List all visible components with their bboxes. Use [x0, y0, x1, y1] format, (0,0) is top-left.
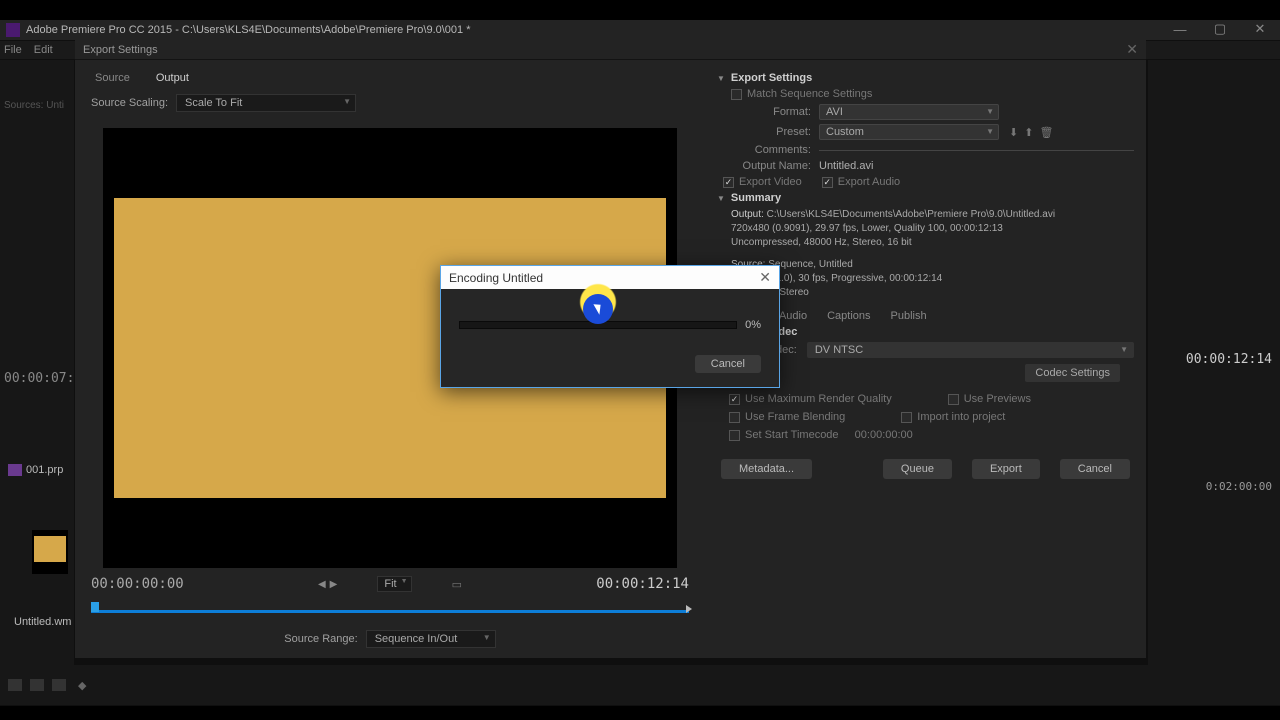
range-timeline[interactable] — [91, 602, 689, 620]
export-settings-header[interactable]: Export Settings — [717, 72, 1134, 84]
scaling-dropdown[interactable]: Scale To Fit — [176, 94, 356, 112]
source-range-dropdown[interactable]: Sequence In/Out — [366, 630, 496, 648]
cancel-button[interactable]: Cancel — [1060, 459, 1130, 479]
timeline-timecode: 0:02:00:00 — [1206, 480, 1272, 493]
output-name-link[interactable]: Untitled.avi — [819, 160, 873, 172]
project-icon — [8, 464, 22, 476]
summary-header[interactable]: Summary — [717, 192, 1134, 204]
tool-icon[interactable] — [30, 679, 44, 691]
bottom-toolbar: ◆ — [0, 665, 1280, 705]
use-previews-checkbox[interactable] — [948, 394, 959, 405]
tool-icon[interactable] — [8, 679, 22, 691]
window-titlebar: Adobe Premiere Pro CC 2015 - C:\Users\KL… — [0, 20, 1280, 40]
minimize-button[interactable]: — — [1160, 20, 1200, 38]
app-icon — [6, 23, 20, 37]
export-video-checkbox[interactable] — [723, 177, 734, 188]
encoding-dialog: Encoding Untitled ✕ 0% Cancel — [440, 265, 780, 388]
source-range-label: Source Range: — [284, 633, 357, 645]
queue-button[interactable]: Queue — [883, 459, 952, 479]
tab-output[interactable]: Output — [152, 70, 193, 86]
use-max-quality-checkbox[interactable] — [729, 394, 740, 405]
aspect-icon[interactable]: ▭ — [452, 578, 462, 591]
out-timecode[interactable]: 00:00:12:14 — [596, 576, 689, 592]
tool-icon[interactable] — [52, 679, 66, 691]
match-sequence-label: Match Sequence Settings — [747, 88, 872, 100]
import-preset-icon[interactable]: ⬆ — [1024, 126, 1033, 139]
project-file-label: 001.prp — [26, 464, 63, 476]
export-video-label: Export Video — [739, 176, 802, 188]
program-timecode-left: 00:00:07:1 — [4, 371, 70, 386]
export-audio-label: Export Audio — [838, 176, 900, 188]
subtab-audio[interactable]: Audio — [779, 310, 807, 322]
play-icon[interactable]: ▶ — [330, 579, 338, 590]
menu-edit[interactable]: Edit — [34, 44, 53, 56]
window-title: Adobe Premiere Pro CC 2015 - C:\Users\KL… — [26, 24, 1274, 36]
export-dialog-title: Export Settings — [83, 44, 158, 56]
menu-file[interactable]: File — [4, 44, 22, 56]
codec-settings-button[interactable]: Codec Settings — [1025, 364, 1120, 382]
close-icon[interactable]: ✕ — [1126, 41, 1138, 58]
progress-bar — [459, 321, 737, 329]
output-name-label: Output Name: — [731, 160, 811, 172]
metadata-button[interactable]: Metadata... — [721, 459, 812, 479]
maximize-button[interactable]: ▢ — [1200, 20, 1240, 38]
delete-preset-icon[interactable]: 🗑 — [1039, 126, 1053, 139]
export-button[interactable]: Export — [972, 459, 1040, 479]
scaling-label: Source Scaling: — [91, 97, 168, 109]
zoom-dropdown[interactable]: Fit — [377, 576, 411, 592]
preset-dropdown[interactable]: Custom — [819, 124, 999, 140]
comments-input[interactable] — [819, 150, 1134, 151]
out-point-icon[interactable] — [686, 605, 692, 613]
import-into-project-checkbox[interactable] — [901, 412, 912, 423]
project-file-row[interactable]: 001.prp — [8, 464, 63, 476]
comments-label: Comments: — [731, 144, 811, 156]
save-preset-icon[interactable]: ⬇ — [1009, 126, 1018, 139]
progress-percent: 0% — [745, 319, 761, 331]
match-sequence-checkbox[interactable] — [731, 89, 742, 100]
program-timecode-right: 00:00:12:14 — [1186, 352, 1272, 367]
playhead-icon[interactable] — [91, 602, 99, 612]
in-timecode[interactable]: 00:00:00:00 — [91, 576, 184, 592]
format-label: Format: — [731, 106, 811, 118]
close-icon[interactable]: ✕ — [759, 269, 771, 286]
format-dropdown[interactable]: AVI — [819, 104, 999, 120]
encoding-title: Encoding Untitled — [449, 271, 543, 285]
step-back-icon[interactable]: ◀ — [318, 579, 326, 590]
preset-label: Preset: — [731, 126, 811, 138]
close-button[interactable]: ✕ — [1240, 20, 1280, 38]
tab-source[interactable]: Source — [91, 70, 134, 86]
subtab-publish[interactable]: Publish — [891, 310, 927, 322]
set-start-timecode-checkbox[interactable] — [729, 430, 740, 441]
encoding-cancel-button[interactable]: Cancel — [695, 355, 761, 373]
clip-thumbnail[interactable] — [32, 530, 68, 574]
video-codec-dropdown[interactable]: DV NTSC — [807, 342, 1134, 358]
timeline-panel-edge: 00:00:12:14 0:02:00:00 — [1148, 60, 1280, 700]
export-audio-checkbox[interactable] — [822, 177, 833, 188]
use-frame-blending-checkbox[interactable] — [729, 412, 740, 423]
subtab-captions[interactable]: Captions — [827, 310, 870, 322]
clip-filename: Untitled.wm — [14, 616, 71, 628]
project-panel: Sources: Unti 00:00:07:1 — [0, 60, 74, 700]
